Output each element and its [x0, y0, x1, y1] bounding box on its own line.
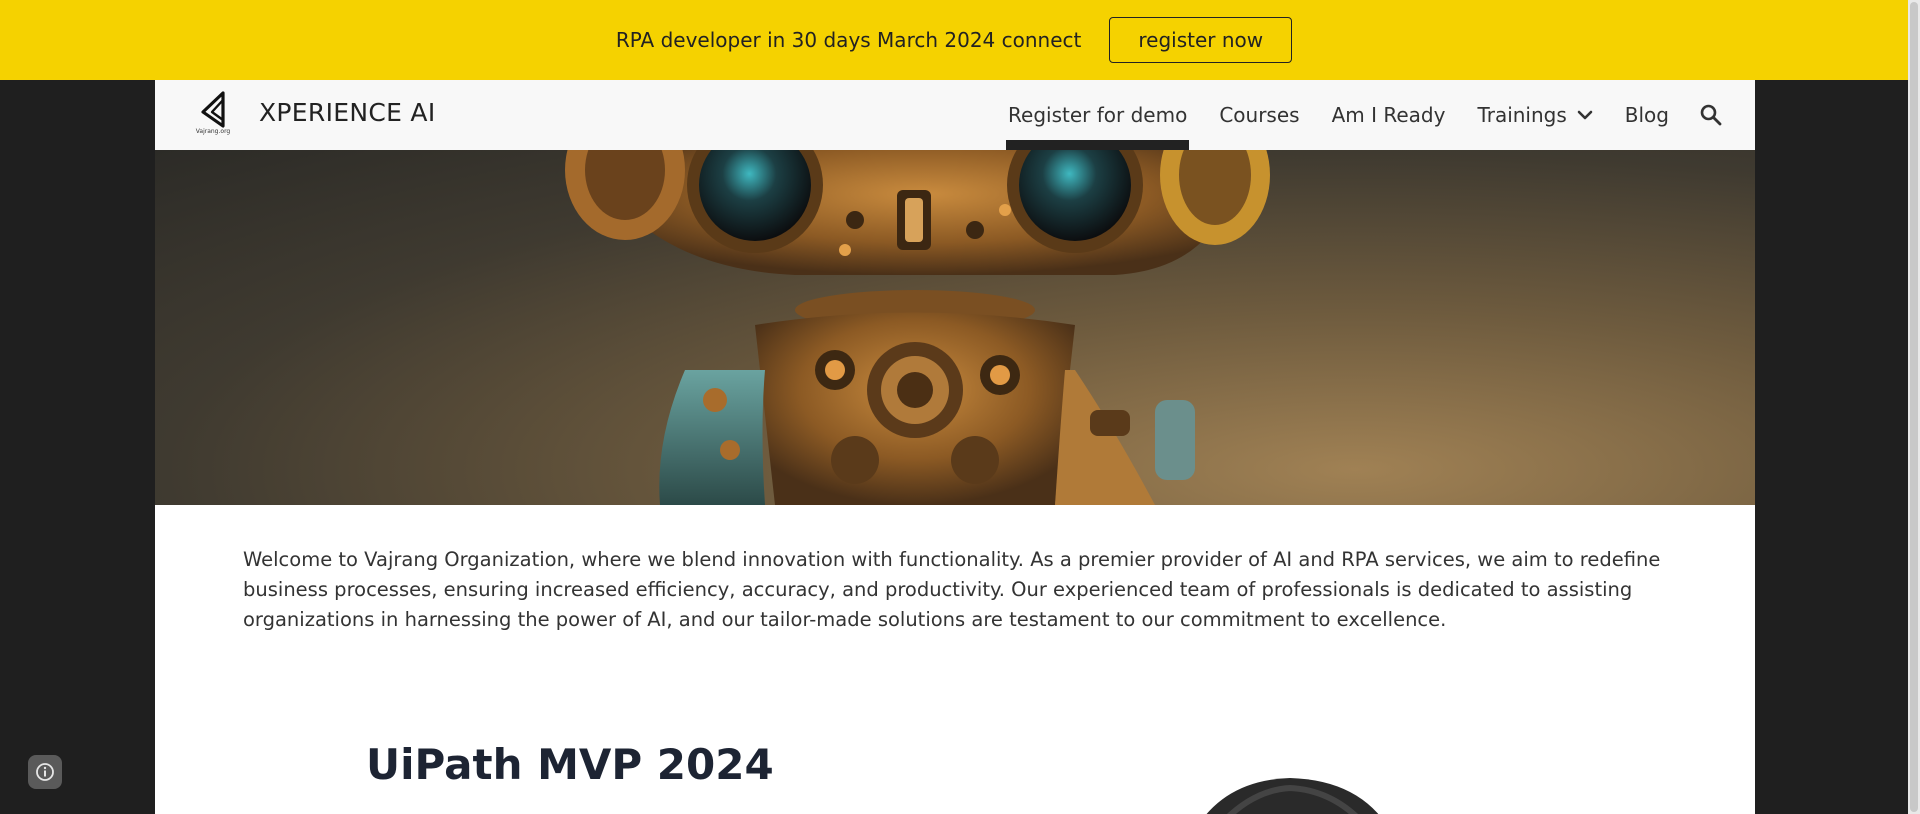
- nav-label: Courses: [1219, 103, 1300, 127]
- chevron-down-icon[interactable]: [1577, 107, 1593, 123]
- nav-label: Trainings: [1477, 103, 1567, 127]
- nav-am-i-ready[interactable]: Am I Ready: [1316, 80, 1462, 150]
- nav-register-for-demo[interactable]: Register for demo: [992, 80, 1203, 150]
- portrait-photo: [1206, 778, 1379, 814]
- nav-trainings[interactable]: Trainings: [1461, 80, 1608, 150]
- logo-icon: [201, 91, 225, 128]
- page-content: Vajrang.org XPERIENCE AI Register for de…: [155, 80, 1755, 814]
- hero-image: [155, 150, 1755, 505]
- logo-caption: Vajrang.org: [195, 128, 231, 135]
- site-info-button[interactable]: [28, 755, 62, 789]
- robot-illustration: [565, 150, 1270, 505]
- section-title: UiPath MVP 2024: [366, 740, 774, 789]
- intro-paragraph: Welcome to Vajrang Organization, where w…: [243, 548, 1661, 631]
- announcement-text: RPA developer in 30 days March 2024 conn…: [615, 28, 1082, 52]
- nav-blog[interactable]: Blog: [1609, 80, 1685, 150]
- nav-label: Am I Ready: [1331, 103, 1446, 127]
- announcement-bar: RPA developer in 30 days March 2024 conn…: [0, 0, 1908, 80]
- site-logo[interactable]: Vajrang.org: [195, 90, 231, 138]
- main-nav: Register for demo Courses Am I Ready Tra…: [992, 80, 1737, 150]
- nav-label: Blog: [1624, 103, 1669, 127]
- register-now-button[interactable]: register now: [1109, 17, 1293, 63]
- scrollbar-thumb[interactable]: [1910, 2, 1918, 812]
- nav-label: Register for demo: [1008, 103, 1188, 127]
- nav-courses[interactable]: Courses: [1203, 80, 1315, 150]
- search-button[interactable]: [1685, 80, 1737, 150]
- page-scrollbar[interactable]: [1908, 0, 1920, 814]
- site-header: Vajrang.org XPERIENCE AI Register for de…: [155, 80, 1755, 150]
- info-icon: [36, 763, 54, 781]
- site-title[interactable]: XPERIENCE AI: [259, 98, 436, 127]
- search-icon: [1700, 104, 1722, 126]
